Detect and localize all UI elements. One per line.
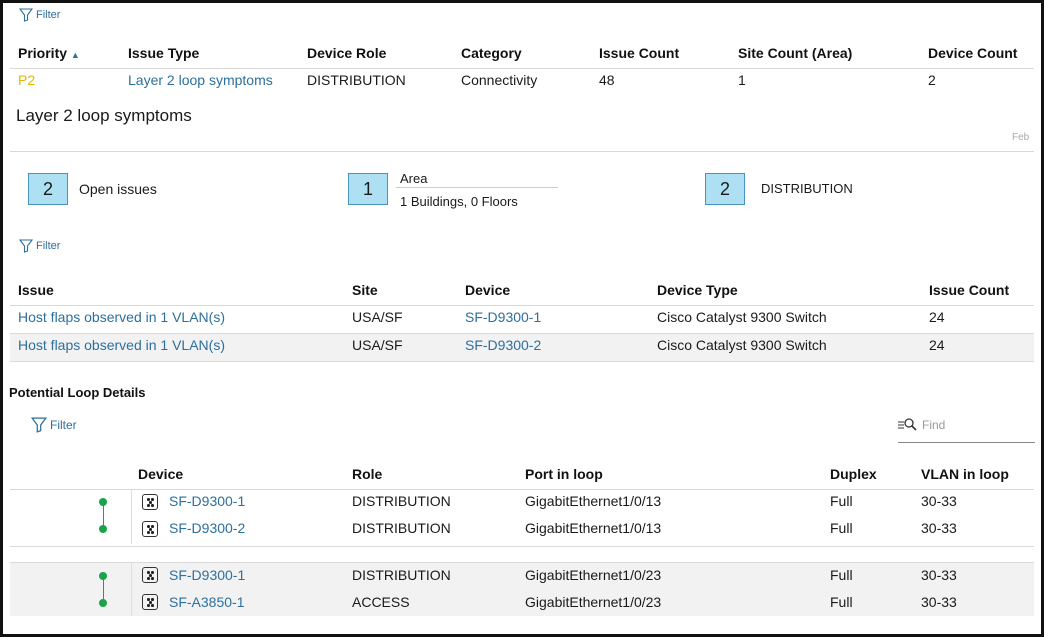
port-value: GigabitEthernet1/0/13 — [525, 520, 662, 536]
open-issues-label: Open issues — [79, 181, 157, 197]
col-priority-label: Priority — [18, 45, 68, 61]
col-device[interactable]: Device — [465, 282, 510, 298]
col-site-count[interactable]: Site Count (Area) — [738, 45, 852, 61]
loop-node-dot — [99, 599, 107, 607]
col-category[interactable]: Category — [461, 45, 522, 61]
divider — [396, 187, 558, 188]
device-icon — [142, 594, 158, 610]
col-device[interactable]: Device — [138, 466, 183, 482]
device-icon — [142, 494, 158, 510]
divider — [10, 305, 1034, 306]
find-underline — [898, 442, 1035, 443]
device-link[interactable]: SF-D9300-1 — [169, 493, 245, 509]
issue-count-value: 24 — [929, 309, 945, 325]
divider — [10, 546, 1034, 547]
col-issue-count[interactable]: Issue Count — [599, 45, 679, 61]
col-issue[interactable]: Issue — [18, 282, 54, 298]
col-device-type[interactable]: Device Type — [657, 282, 738, 298]
role-value: DISTRIBUTION — [352, 493, 451, 509]
device-link[interactable]: SF-D9300-2 — [465, 337, 541, 353]
area-count: 1 — [348, 173, 388, 205]
filter-icon — [31, 417, 47, 433]
filter-icon — [19, 239, 33, 253]
port-value: GigabitEthernet1/0/23 — [525, 594, 662, 610]
loop-group-bg — [10, 562, 1034, 616]
role-label: DISTRIBUTION — [761, 181, 853, 196]
site-value: USA/SF — [352, 337, 403, 353]
issue-filter-button[interactable]: Filter — [19, 8, 60, 22]
col-duplex[interactable]: Duplex — [830, 466, 877, 482]
duplex-value: Full — [830, 594, 853, 610]
loop-node-dot — [99, 525, 107, 533]
role-count: 2 — [705, 173, 745, 205]
issue-link[interactable]: Host flaps observed in 1 VLAN(s) — [18, 309, 225, 325]
find-box[interactable]: Find — [898, 417, 945, 433]
divider — [10, 562, 1034, 563]
port-value: GigabitEthernet1/0/23 — [525, 567, 662, 583]
col-issue-type[interactable]: Issue Type — [128, 45, 199, 61]
site-value: USA/SF — [352, 309, 403, 325]
area-sub-label: 1 Buildings, 0 Floors — [400, 194, 518, 209]
divider — [10, 489, 1034, 490]
detail-title: Layer 2 loop symptoms — [16, 106, 192, 125]
issue-count-value: 48 — [599, 72, 615, 88]
filter-label: Filter — [36, 9, 61, 21]
vlan-value: 30-33 — [921, 493, 957, 509]
issues-filter-button[interactable]: Filter — [19, 239, 60, 253]
area-label: Area — [400, 171, 428, 186]
find-input[interactable]: Find — [922, 418, 945, 432]
device-link[interactable]: SF-D9300-1 — [169, 567, 245, 583]
loop-section-title: Potential Loop Details — [9, 385, 146, 400]
device-link[interactable]: SF-D9300-1 — [465, 309, 541, 325]
loop-filter-button[interactable]: Filter — [31, 417, 77, 433]
sort-asc-icon: ▲ — [70, 50, 80, 60]
open-issues-count: 2 — [28, 173, 68, 205]
issue-link[interactable]: Host flaps observed in 1 VLAN(s) — [18, 337, 225, 353]
col-vlan[interactable]: VLAN in loop — [921, 466, 1009, 482]
issue-type-link[interactable]: Layer 2 loop symptoms — [128, 72, 273, 88]
vlan-value: 30-33 — [921, 520, 957, 536]
vlan-value: 30-33 — [921, 567, 957, 583]
loop-node-dot — [99, 498, 107, 506]
filter-label: Filter — [36, 240, 61, 252]
port-value: GigabitEthernet1/0/13 — [525, 493, 662, 509]
col-device-role[interactable]: Device Role — [307, 45, 386, 61]
duplex-value: Full — [830, 520, 853, 536]
col-role[interactable]: Role — [352, 466, 382, 482]
device-count-value: 2 — [928, 72, 936, 88]
col-device-count[interactable]: Device Count — [928, 45, 1017, 61]
col-issue-count[interactable]: Issue Count — [929, 282, 1009, 298]
role-value: ACCESS — [352, 594, 410, 610]
role-value: DISTRIBUTION — [352, 567, 451, 583]
site-count-value: 1 — [738, 72, 746, 88]
role-value: DISTRIBUTION — [352, 520, 451, 536]
device-icon — [142, 521, 158, 537]
divider — [10, 361, 1034, 362]
group-separator — [131, 563, 132, 616]
find-search-icon — [898, 418, 917, 431]
device-link[interactable]: SF-A3850-1 — [169, 594, 244, 610]
filter-label: Filter — [50, 418, 77, 432]
category-value: Connectivity — [461, 72, 538, 88]
issue-count-value: 24 — [929, 337, 945, 353]
device-link[interactable]: SF-D9300-2 — [169, 520, 245, 536]
device-type-value: Cisco Catalyst 9300 Switch — [657, 337, 827, 353]
loop-node-dot — [99, 572, 107, 580]
col-priority[interactable]: Priority ▲ — [18, 45, 80, 61]
divider — [10, 151, 1034, 152]
group-separator — [131, 490, 132, 544]
divider — [10, 68, 1034, 69]
duplex-value: Full — [830, 567, 853, 583]
vlan-value: 30-33 — [921, 594, 957, 610]
filter-icon — [19, 8, 33, 22]
timeline-month-label: Feb — [1012, 132, 1030, 143]
priority-badge: P2 — [18, 72, 36, 88]
col-port[interactable]: Port in loop — [525, 466, 603, 482]
col-site[interactable]: Site — [352, 282, 378, 298]
device-role-value: DISTRIBUTION — [307, 72, 406, 88]
duplex-value: Full — [830, 493, 853, 509]
device-icon — [142, 567, 158, 583]
device-type-value: Cisco Catalyst 9300 Switch — [657, 309, 827, 325]
